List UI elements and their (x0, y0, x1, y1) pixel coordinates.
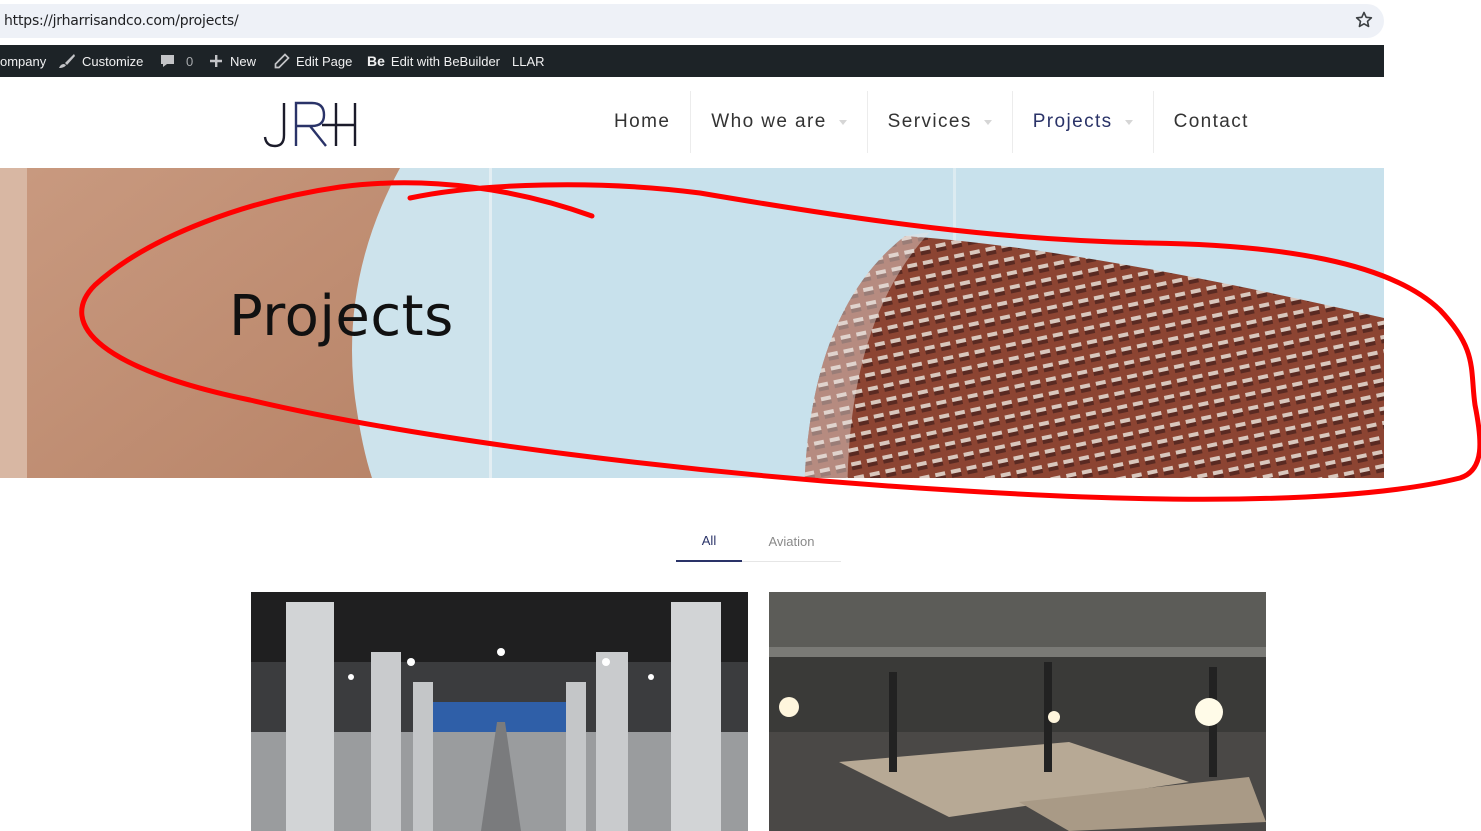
pencil-icon (274, 53, 290, 69)
admin-customize-link[interactable]: Customize (58, 45, 143, 77)
hero-banner: Projects (0, 168, 1384, 478)
admin-bebuilder-link[interactable]: Be Edit with BeBuilder (367, 45, 500, 77)
project-filter-tabs: All Aviation (676, 520, 841, 562)
admin-llar-link[interactable]: LLAR (512, 45, 545, 77)
admin-comments-count: 0 (186, 53, 194, 69)
url-text[interactable]: https://jrharrisandco.com/projects/ (4, 13, 239, 29)
site-header: JRH Home Who we are Services Projects Co… (0, 77, 1384, 168)
nav-who-we-are-label: Who we are (711, 111, 827, 132)
nav-item-services[interactable]: Services (866, 91, 1012, 153)
admin-new-link[interactable]: New (208, 45, 256, 77)
site-logo[interactable]: JRH (262, 99, 358, 149)
hero-title: Projects (229, 284, 454, 349)
address-bar[interactable]: https://jrharrisandco.com/projects/ (0, 4, 1384, 38)
filter-tab-aviation[interactable]: Aviation (742, 520, 841, 562)
brush-icon (58, 53, 76, 69)
nav-item-home[interactable]: Home (594, 91, 690, 153)
bebuilder-badge: Be (367, 53, 385, 69)
admin-edit-page-label: Edit Page (296, 53, 353, 69)
comment-icon (160, 53, 176, 69)
nav-item-projects[interactable]: Projects (1011, 91, 1153, 153)
admin-comments-link[interactable]: 0 (160, 45, 193, 77)
admin-edit-page-link[interactable]: Edit Page (274, 45, 352, 77)
admin-company-link[interactable]: ompany (0, 45, 46, 77)
project-image-1 (251, 592, 748, 831)
logo-mark (263, 101, 357, 148)
project-card-1[interactable] (251, 592, 748, 831)
project-image-2 (769, 592, 1266, 831)
hero-background-image (0, 168, 1384, 478)
nav-home-label: Home (614, 111, 671, 132)
admin-company-label: ompany (0, 53, 47, 69)
admin-new-label: New (230, 53, 257, 69)
chevron-down-icon (1124, 119, 1133, 125)
filter-tab-all[interactable]: All (676, 520, 742, 562)
plus-icon (208, 53, 224, 69)
nav-item-contact[interactable]: Contact (1152, 91, 1269, 153)
chevron-down-icon (983, 119, 992, 125)
admin-customize-label: Customize (82, 53, 144, 69)
admin-llar-label: LLAR (512, 53, 545, 69)
project-card-2[interactable] (769, 592, 1266, 831)
admin-bar: ompany Customize 0 New Edit Page Be Edit… (0, 45, 1384, 77)
nav-services-label: Services (887, 111, 972, 132)
nav-item-who-we-are[interactable]: Who we are (690, 91, 866, 153)
main-nav: Home Who we are Services Projects Contac… (594, 91, 1269, 153)
star-icon[interactable] (1354, 10, 1374, 30)
chevron-down-icon (838, 119, 847, 125)
logo-text: JRH (358, 99, 359, 100)
admin-bebuilder-label: Edit with BeBuilder (390, 53, 501, 69)
nav-projects-label: Projects (1032, 111, 1113, 132)
nav-contact-label: Contact (1173, 111, 1249, 132)
